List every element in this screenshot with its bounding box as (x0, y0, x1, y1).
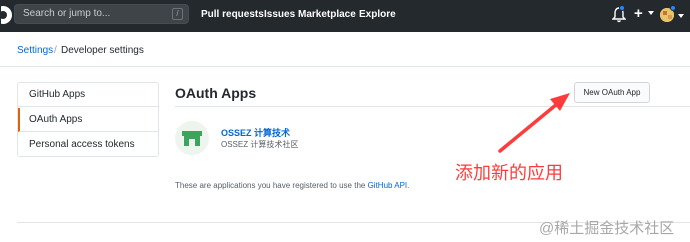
nav-marketplace[interactable]: Marketplace (298, 9, 356, 20)
annotation-label: 添加新的应用 (455, 163, 563, 183)
new-oauth-app-button[interactable]: New OAuth App (574, 82, 650, 103)
create-dropdown-caret-icon[interactable] (648, 11, 654, 15)
nav-issues[interactable]: Issues (264, 9, 295, 20)
search-input[interactable]: Search or jump to... / (14, 4, 189, 24)
registered-apps-footnote: These are applications you have register… (175, 181, 409, 190)
footnote-period: . (407, 181, 410, 190)
sidebar-item-personal-access-tokens[interactable]: Personal access tokens (18, 133, 158, 157)
search-placeholder: Search or jump to... (23, 8, 111, 19)
breadcrumb: Settings / Developer settings (0, 33, 690, 67)
nav-pull-requests[interactable]: Pull requests (201, 9, 264, 20)
developer-settings-sidebar: GitHub Apps OAuth Apps Personal access t… (17, 82, 159, 157)
search-shortcut-key: / (172, 8, 183, 20)
sidebar-item-github-apps[interactable]: GitHub Apps (18, 83, 158, 107)
app-logo-icon (175, 121, 209, 155)
app-description: OSSEZ 计算技术社区 (221, 140, 299, 149)
global-header: Search or jump to... / Pull requests Iss… (0, 0, 690, 32)
nav-explore[interactable]: Explore (359, 9, 396, 20)
notification-indicator (619, 5, 625, 11)
user-menu-caret-icon[interactable] (678, 14, 684, 18)
create-new-plus-icon[interactable]: + (634, 5, 643, 22)
breadcrumb-settings-link[interactable]: Settings (17, 45, 53, 56)
breadcrumb-current: Developer settings (61, 45, 144, 56)
github-logo-icon[interactable] (1, 5, 15, 25)
title-divider (175, 106, 690, 107)
github-api-link[interactable]: GitHub API (368, 181, 408, 190)
footnote-text: These are applications you have register… (175, 181, 368, 190)
avatar-status-indicator (670, 5, 676, 11)
sidebar-item-oauth-apps[interactable]: OAuth Apps (18, 108, 158, 132)
page-title: OAuth Apps (175, 85, 257, 101)
watermark: @稀土掘金技术社区 (539, 220, 675, 237)
app-name-link[interactable]: OSSEZ 计算技术 (221, 126, 290, 139)
breadcrumb-separator: / (54, 45, 57, 56)
